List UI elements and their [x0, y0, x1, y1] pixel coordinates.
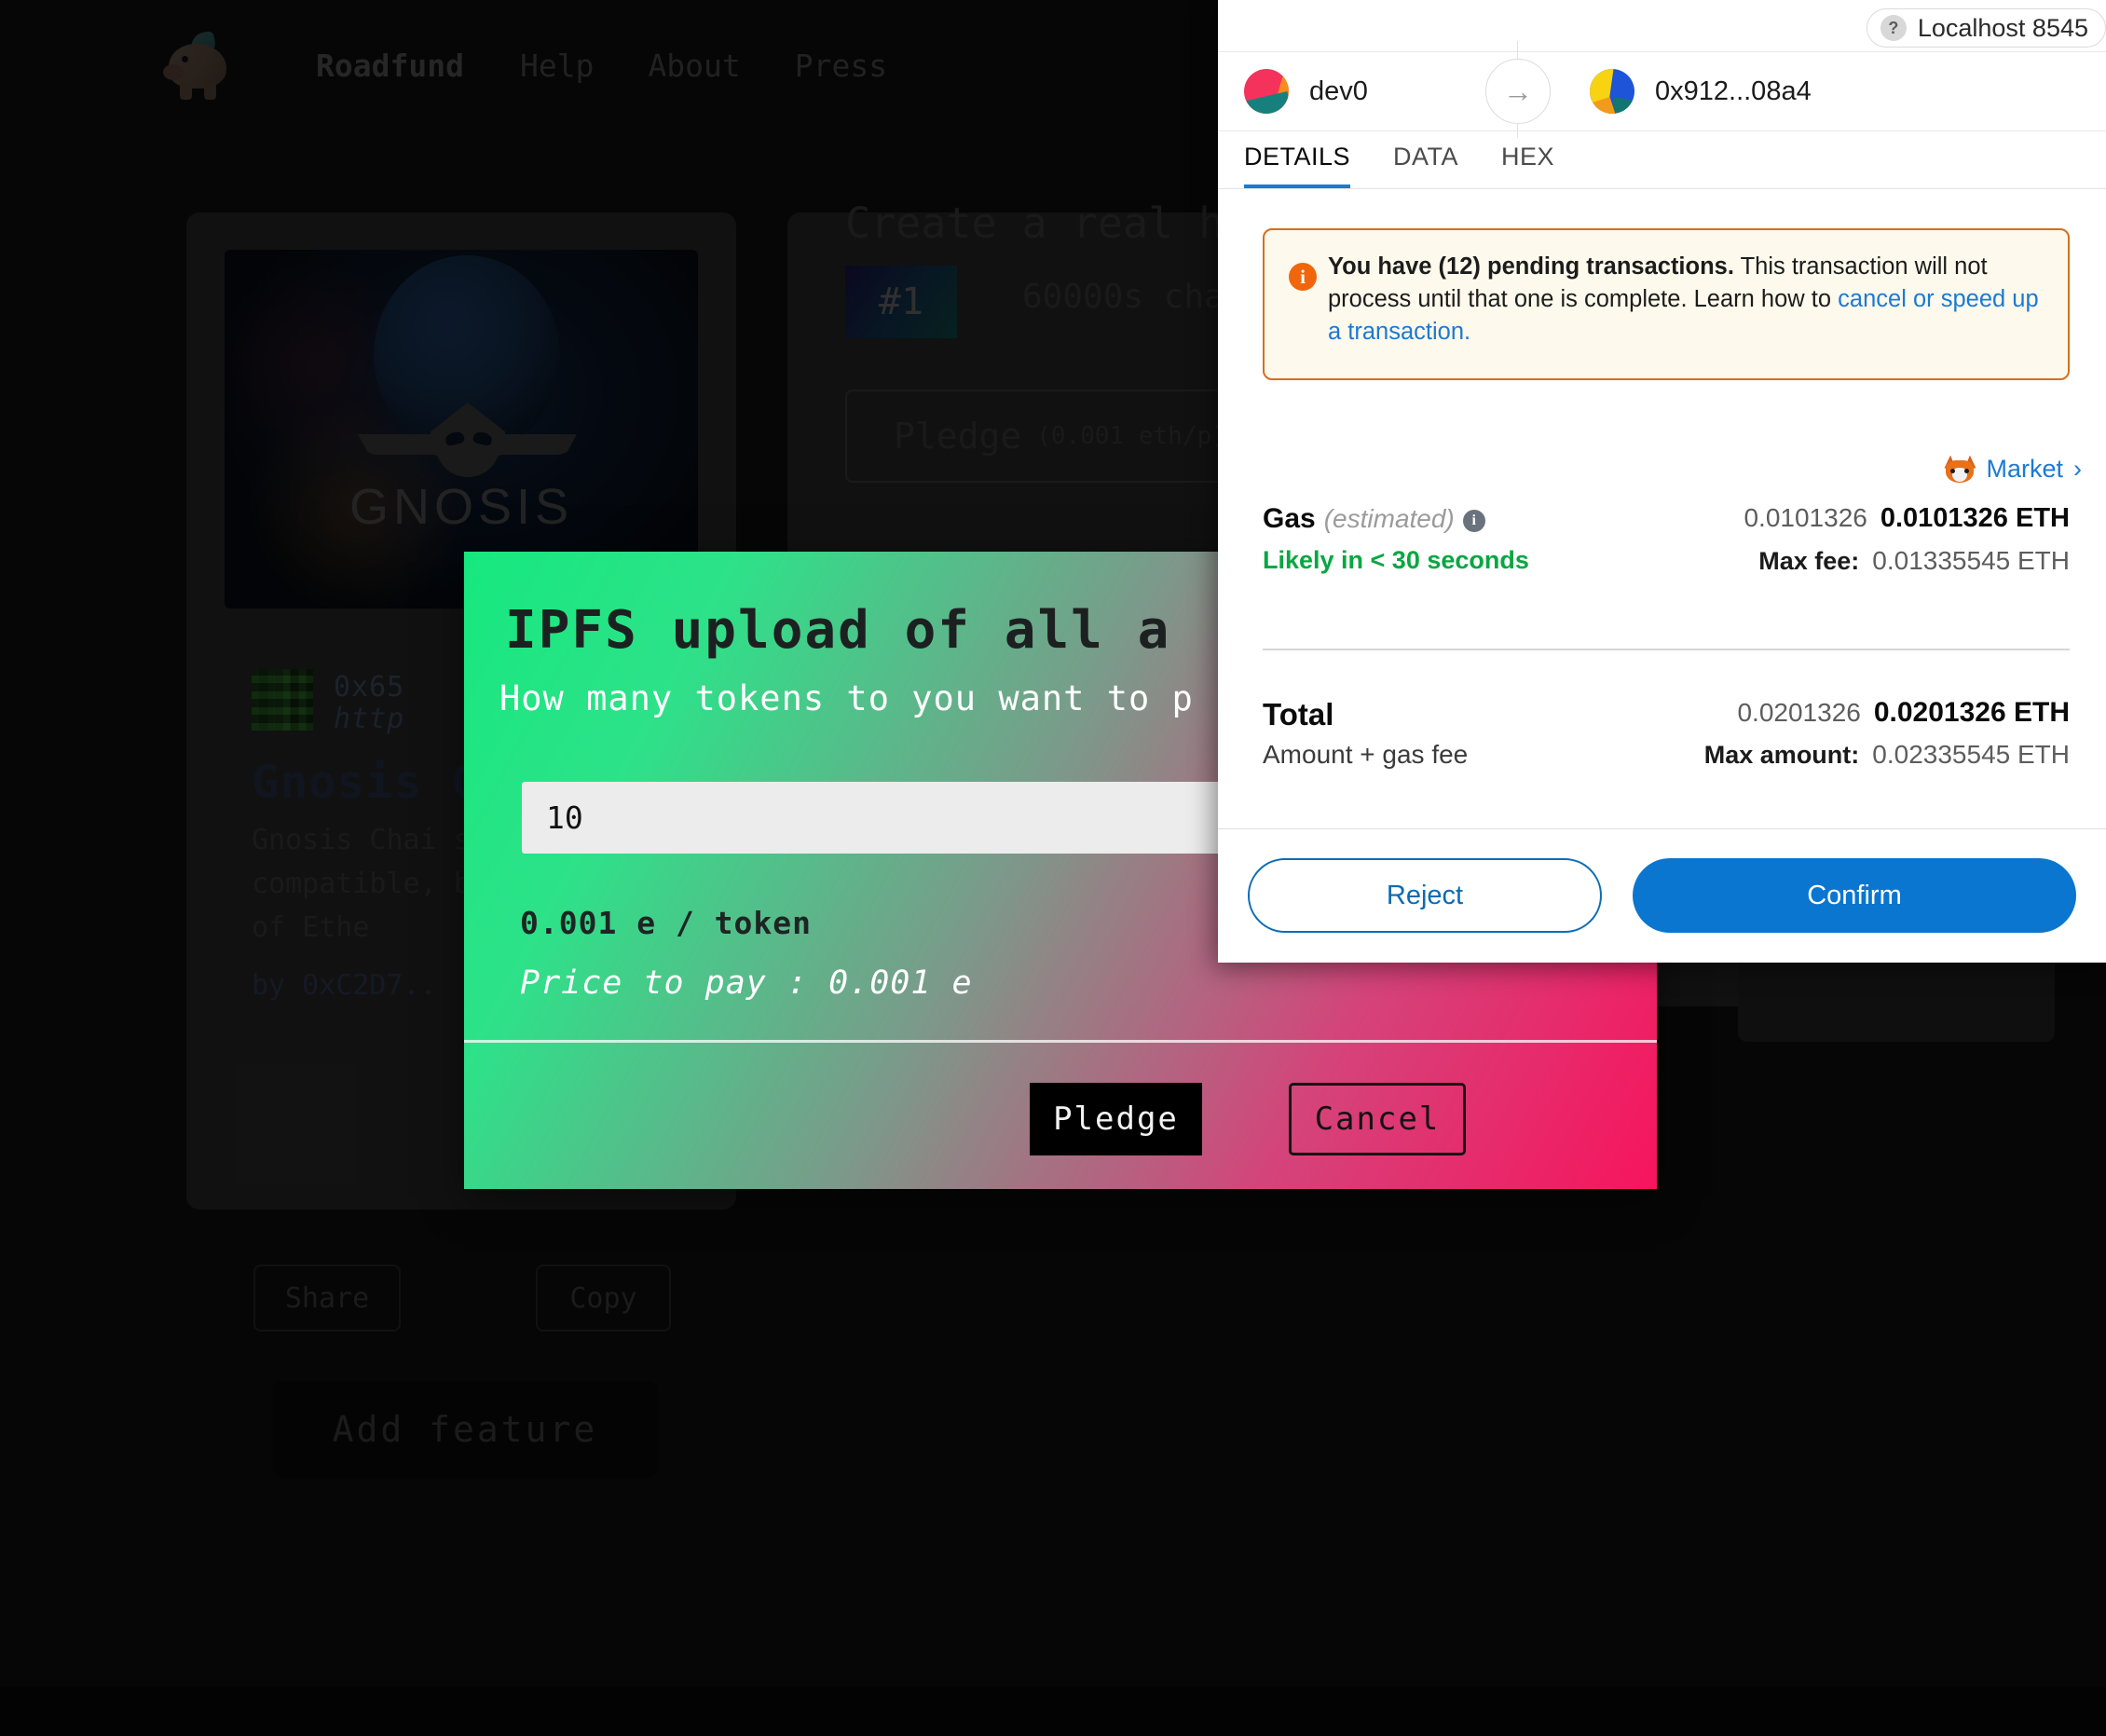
modal-price-to-pay: Price to pay : 0.001 e: [520, 964, 973, 1002]
gas-label-group: Gas (estimated) i: [1263, 503, 1485, 535]
add-feature-button[interactable]: Add feature: [273, 1381, 657, 1478]
nav-brand[interactable]: Roadfund: [316, 48, 464, 84]
network-label: Localhost 8545: [1917, 13, 2088, 42]
tab-details[interactable]: DETAILS: [1244, 143, 1351, 188]
max-fee-label: Max fee:: [1758, 547, 1860, 575]
from-account-name: dev0: [1309, 75, 1368, 106]
connector-line-top: [1517, 41, 1518, 60]
detail-tabs: DETAILS DATA HEX: [1218, 131, 2106, 189]
max-fee-value: 0.01335545 ETH: [1872, 546, 2070, 575]
piggy-bank-icon: [163, 30, 236, 100]
accounts-row: dev0 → 0x912...08a4: [1218, 41, 2106, 138]
total-label-group: Total: [1263, 697, 1333, 732]
gas-speed-estimate: Likely in < 30 seconds: [1263, 546, 1529, 574]
info-icon[interactable]: i: [1462, 510, 1485, 532]
modal-token-rate: 0.001 e / token: [520, 905, 813, 941]
gas-fiat-value: 0.0101326: [1744, 503, 1867, 532]
gas-label: Gas: [1263, 503, 1316, 534]
modal-cancel-button[interactable]: Cancel: [1289, 1083, 1466, 1155]
project-owner-address: 0x65: [334, 671, 405, 704]
total-sublabel-group: Amount + gas fee: [1263, 740, 1468, 770]
max-fee-group: Max fee: 0.01335545 ETH: [1758, 546, 2070, 576]
pending-transactions-alert: i You have (12) pending transactions. Th…: [1263, 228, 2070, 380]
feature-secondary-block: [1738, 949, 2055, 1042]
gas-eth-value: 0.0101326 ETH: [1880, 503, 2070, 533]
nav-link-press[interactable]: Press: [795, 48, 887, 84]
max-amount-group: Max amount: 0.02335545 ETH: [1704, 740, 2070, 770]
max-amount-value: 0.02335545 ETH: [1872, 740, 2070, 769]
project-url[interactable]: http: [334, 703, 404, 735]
tab-data[interactable]: DATA: [1393, 143, 1458, 188]
market-selector[interactable]: Market ›: [1944, 455, 2082, 484]
tab-hex[interactable]: HEX: [1501, 143, 1554, 188]
to-account-avatar: [1590, 69, 1634, 114]
to-account-address: 0x912...08a4: [1655, 75, 1812, 106]
project-logo-text: GNOSIS: [349, 479, 574, 535]
page-footer: [0, 1687, 2106, 1736]
from-account[interactable]: dev0: [1244, 69, 1368, 114]
gas-speed-row: Likely in < 30 seconds Max fee: 0.013355…: [1263, 546, 2070, 589]
project-title: Gnosis C: [252, 756, 480, 809]
metamask-footer: Reject Confirm: [1218, 828, 2106, 963]
modal-pledge-button[interactable]: Pledge: [1030, 1083, 1202, 1155]
confirm-button[interactable]: Confirm: [1633, 858, 2076, 933]
modal-subtitle: How many tokens to you want to p: [499, 678, 1194, 718]
network-selector[interactable]: ? Localhost 8545: [1866, 8, 2106, 48]
identicon: [252, 669, 313, 731]
screen: Roadfund Help About Press GNOSIS 0x65 ht…: [0, 0, 2106, 1736]
gas-estimated-label: (estimated): [1323, 504, 1455, 533]
nav-link-about[interactable]: About: [648, 48, 740, 84]
gas-section: Gas (estimated) i 0.0101326 0.0101326 ET…: [1263, 503, 2070, 589]
alert-bold: You have (12) pending transactions.: [1328, 253, 1734, 280]
chevron-right-icon: ›: [2073, 455, 2082, 483]
metamask-confirmation-popup: ? Localhost 8545 dev0 → 0x912...08a4 DET…: [1218, 0, 2106, 963]
info-icon: i: [1289, 263, 1317, 291]
total-sublabel: Amount + gas fee: [1263, 740, 1469, 769]
section-divider: [1263, 649, 2070, 650]
metamask-header: ? Localhost 8545: [1218, 0, 2106, 52]
total-eth-value: 0.0201326 ETH: [1873, 697, 2070, 728]
market-label: Market: [1986, 455, 2063, 483]
feature-index-badge: #1: [845, 266, 957, 338]
to-account[interactable]: 0x912...08a4: [1590, 69, 1812, 114]
total-label: Total: [1263, 697, 1334, 731]
from-account-avatar: [1244, 69, 1289, 114]
copy-button[interactable]: Copy: [536, 1264, 671, 1332]
arrow-right-icon: →: [1485, 59, 1551, 124]
feature-pledge-rate: (0.001 eth/p): [1036, 422, 1226, 450]
alert-text: You have (12) pending transactions. This…: [1328, 251, 2045, 349]
total-fiat-value: 0.0201326: [1737, 698, 1861, 727]
total-value-group: 0.0201326 0.0201326 ETH: [1737, 697, 2070, 729]
gas-value-group: 0.0101326 0.0101326 ETH: [1744, 503, 2070, 534]
nav-link-help[interactable]: Help: [520, 48, 594, 84]
share-button[interactable]: Share: [253, 1264, 401, 1332]
reject-button[interactable]: Reject: [1248, 858, 1602, 933]
metamask-fox-icon: [1944, 455, 1976, 484]
gas-row: Gas (estimated) i 0.0101326 0.0101326 ET…: [1263, 503, 2070, 546]
project-creator: by 0xC2D7..: [252, 969, 437, 1002]
arrow-glyph: →: [1503, 75, 1533, 108]
total-row: Total 0.0201326 0.0201326 ETH: [1263, 697, 2070, 740]
question-mark-icon: ?: [1880, 15, 1907, 41]
gas-speed-group: Likely in < 30 seconds: [1263, 546, 1529, 575]
max-amount-row: Amount + gas fee Max amount: 0.02335545 …: [1263, 740, 2070, 783]
feature-pledge-label: Pledge: [894, 416, 1022, 457]
modal-title: IPFS upload of all a: [505, 600, 1171, 661]
max-amount-label: Max amount:: [1703, 741, 1860, 769]
total-section: Total 0.0201326 0.0201326 ETH Amount + g…: [1263, 697, 2070, 783]
modal-actions: Pledge Cancel: [464, 1043, 1657, 1189]
